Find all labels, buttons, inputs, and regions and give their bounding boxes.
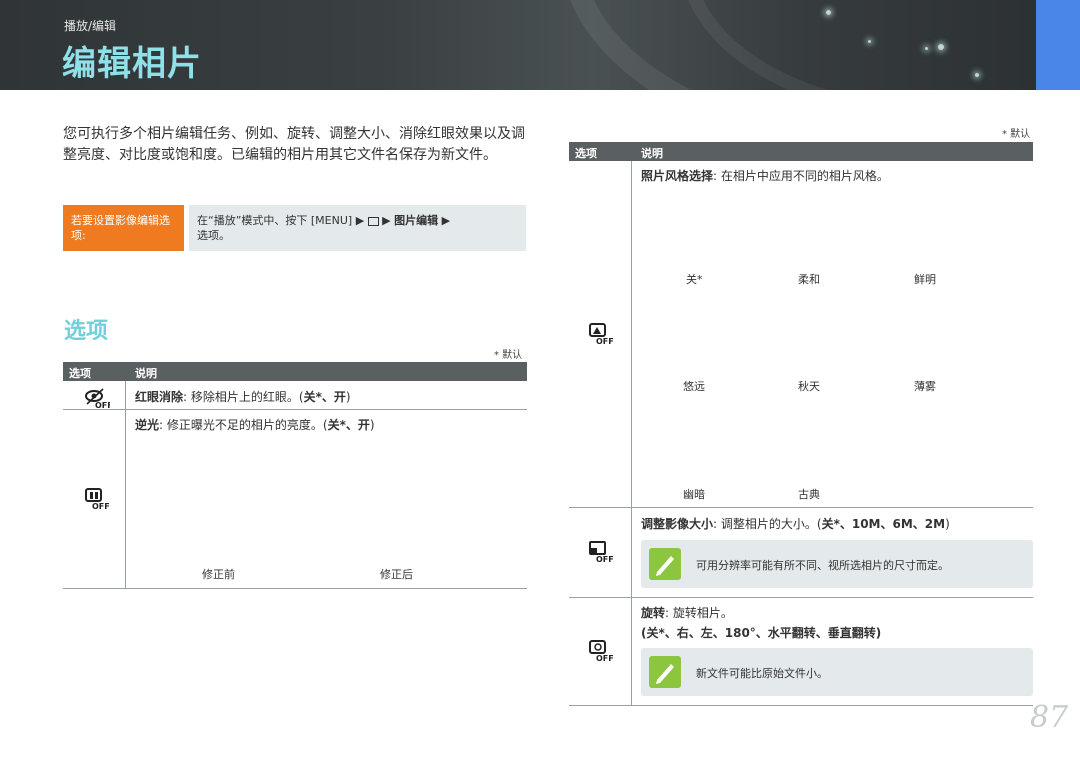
- style-desc: : 在相片中应用不同的相片风格。: [713, 169, 889, 183]
- resize-desc: : 调整相片的大小。(: [713, 517, 822, 531]
- default-note-right: * 默认: [1002, 129, 1031, 140]
- intro-paragraph: 您可执行多个相片编辑任务、例如、旋转、调整大小、消除红眼效果以及调整亮度、对比度…: [63, 126, 525, 163]
- header-desc: 说明: [135, 367, 157, 380]
- rotate-desc: : 旋转相片。: [665, 606, 733, 620]
- howto-body: 在“播放”模式中、按下 [MENU] ▶ ▶ 图片编辑 ▶ 选项。: [189, 205, 526, 251]
- header-option: 选项: [575, 147, 597, 160]
- howto-item: 图片编辑: [394, 214, 439, 227]
- redeye-row: 红眼消除: 移除相片上的红眼。(关*、开): [135, 390, 351, 404]
- sparkle-icon: [975, 73, 979, 77]
- backlight-values: 关*、开: [327, 418, 370, 432]
- table-header: 选项 说明: [63, 362, 527, 381]
- svg-text:OFF: OFF: [596, 555, 614, 563]
- page-number: 87: [1030, 700, 1069, 735]
- howto-box: 若要设置影像编辑选项: 在“播放”模式中、按下 [MENU] ▶ ▶ 图片编辑 …: [63, 205, 526, 251]
- rotate-values-row: (关*、右、左、180°、水平翻转、垂直翻转): [641, 624, 881, 641]
- backlight-row: 逆光: 修正曝光不足的相片的亮度。(关*、开): [135, 418, 375, 432]
- arrow-right-icon: ▶: [441, 214, 451, 227]
- playback-icon: [367, 216, 379, 226]
- section-title: 选项: [64, 319, 109, 344]
- default-note: * 默认: [494, 350, 523, 361]
- svg-text:OFF: OFF: [596, 654, 614, 662]
- column-divider: [631, 161, 632, 705]
- svg-text:OFF: OFF: [92, 502, 110, 510]
- redeye-off-icon: OFF: [84, 387, 113, 410]
- redeye-values: 关*、开: [303, 390, 346, 404]
- rotate-note: 新文件可能比原始文件小。: [696, 667, 828, 680]
- arrow-right-icon: ▶: [355, 214, 365, 227]
- table-bottom-line: [569, 705, 1033, 706]
- header-banner: 播放/编辑 编辑相片: [0, 0, 1080, 90]
- redeye-desc: : 移除相片上的红眼。(: [183, 390, 304, 404]
- rotate-values: (关*、右、左、180°、水平翻转、垂直翻转): [641, 626, 882, 640]
- howto-prefix: 在“播放”模式中、按下 [MENU]: [197, 214, 353, 227]
- photo-style-off-icon: OFF: [588, 323, 614, 346]
- backlight-title: 逆光: [135, 418, 160, 432]
- chapter-tab[interactable]: [1036, 0, 1080, 90]
- table-bottom-line: [63, 588, 527, 589]
- style-caption: 悠远: [683, 380, 705, 393]
- style-title: 照片风格选择: [641, 169, 714, 183]
- redeye-title: 红眼消除: [135, 390, 184, 404]
- breadcrumb: 播放/编辑: [64, 19, 117, 33]
- row-divider: [63, 409, 527, 410]
- style-caption: 秋天: [798, 380, 820, 393]
- sparkle-icon: [826, 10, 831, 15]
- header-desc: 说明: [641, 147, 663, 160]
- backlight-desc: : 修正曝光不足的相片的亮度。(: [159, 418, 328, 432]
- header-option: 选项: [69, 367, 91, 380]
- page-title: 编辑相片: [62, 44, 202, 84]
- style-caption: 柔和: [798, 273, 820, 286]
- column-divider: [125, 381, 126, 588]
- rotate-row: 旋转: 旋转相片。: [641, 604, 733, 621]
- resize-note-box: 可用分辨率可能有所不同、视所选相片的尺寸而定。: [641, 540, 1033, 588]
- resize-note: 可用分辨率可能有所不同、视所选相片的尺寸而定。: [696, 559, 949, 572]
- note-pen-icon: [649, 548, 681, 580]
- sparkle-icon: [868, 40, 871, 43]
- backlight-off-icon: OFF: [84, 488, 110, 511]
- row-divider: [569, 507, 1033, 508]
- svg-text:OFF: OFF: [95, 401, 110, 409]
- style-caption: 古典: [798, 488, 820, 501]
- resize-title: 调整影像大小: [641, 517, 714, 531]
- rotate-off-icon: OFF: [588, 640, 614, 663]
- note-pen-icon: [649, 656, 681, 688]
- rotate-note-box: 新文件可能比原始文件小。: [641, 648, 1033, 696]
- svg-text:OFF: OFF: [596, 337, 614, 345]
- resize-off-icon: OFF: [588, 541, 614, 564]
- before-caption: 修正前: [202, 568, 235, 581]
- row-divider: [569, 597, 1033, 598]
- after-caption: 修正后: [380, 568, 413, 581]
- resize-row: 调整影像大小: 调整相片的大小。(关*、10M、6M、2M): [641, 517, 950, 531]
- style-caption: 幽暗: [683, 488, 705, 501]
- resize-values: 关*、10M、6M、2M: [821, 517, 946, 531]
- sparkle-icon: [938, 44, 944, 50]
- style-caption: 薄雾: [914, 380, 936, 393]
- style-caption: 鲜明: [914, 273, 936, 286]
- arrow-right-icon: ▶: [382, 214, 391, 227]
- table-header-right: 选项 说明: [569, 142, 1033, 161]
- howto-label: 若要设置影像编辑选项:: [63, 205, 184, 251]
- style-row: 照片风格选择: 在相片中应用不同的相片风格。: [641, 167, 889, 184]
- howto-suffix: 选项。: [197, 229, 230, 242]
- style-caption: 关*: [686, 273, 703, 286]
- sparkle-icon: [925, 47, 928, 50]
- rotate-title: 旋转: [641, 606, 666, 620]
